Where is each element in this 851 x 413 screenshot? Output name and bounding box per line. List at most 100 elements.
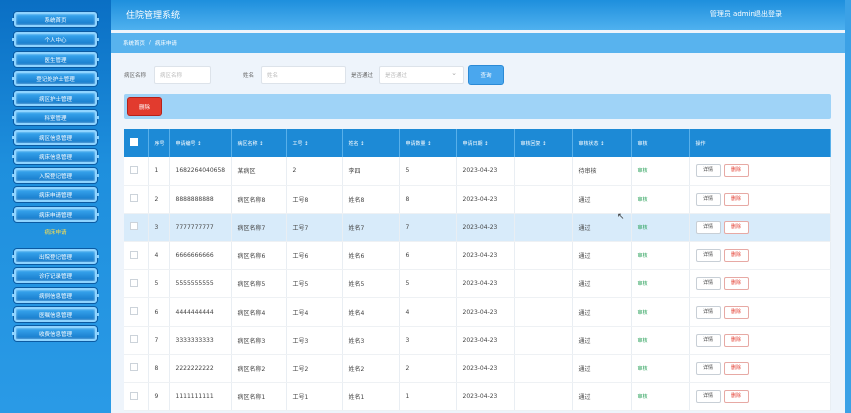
audit-link[interactable]: 审核	[638, 366, 648, 372]
sidebar-item-bed-application-admin-2[interactable]: 病床申请管理	[12, 207, 99, 222]
right-edge-strip	[845, 0, 851, 413]
row-delete-button[interactable]: 删除	[723, 277, 749, 291]
sidebar-item-bed-application-admin[interactable]: 病床申请管理	[12, 187, 99, 202]
cell-job: 工号6	[286, 241, 343, 271]
detail-button[interactable]: 详情	[695, 305, 721, 319]
col-name[interactable]: 姓名 ↕	[342, 129, 400, 157]
row-checkbox[interactable]	[130, 307, 138, 316]
cell-code: 2222222222	[169, 354, 232, 384]
col-reply[interactable]: 审核回复 ↕	[514, 129, 573, 157]
sidebar-item-ward-nurses[interactable]: 病区护士管理	[12, 91, 99, 106]
row-checkbox[interactable]	[130, 335, 138, 344]
table-row: 6 4444444444 病区名称4 工号4 姓名4 4 2023-04-23 通过 审核 详情删…	[124, 297, 831, 327]
sidebar-item-registration-nurses[interactable]: 登记处护士管理	[12, 71, 99, 86]
row-checkbox[interactable]	[130, 278, 138, 287]
detail-button[interactable]: 详情	[695, 164, 721, 178]
row-checkbox[interactable]	[130, 363, 138, 372]
sidebar-item-wards[interactable]: 病区信息管理	[12, 130, 99, 145]
col-status[interactable]: 审核状态 ↕	[572, 129, 632, 157]
detail-button[interactable]: 详情	[695, 390, 721, 404]
cell-ward: 病区名称8	[231, 185, 287, 214]
cell-qty: 5	[399, 157, 457, 186]
approved-filter-select[interactable]: 是否通过	[379, 66, 464, 84]
row-delete-button[interactable]: 删除	[723, 361, 749, 375]
detail-button[interactable]: 详情	[695, 361, 721, 375]
audit-link[interactable]: 审核	[638, 394, 648, 400]
cell-date: 2023-04-23	[456, 185, 515, 214]
col-ward[interactable]: 病区名称 ↕	[231, 129, 287, 157]
detail-button[interactable]: 详情	[695, 192, 721, 206]
ward-filter-label: 病区名称	[124, 73, 147, 79]
cell-code: 1111111111	[169, 382, 232, 412]
table-row: 7 3333333333 病区名称3 工号3 姓名3 3 2023-04-23 通过 审核 详情删…	[124, 326, 831, 355]
col-job[interactable]: 工号 ↕	[286, 129, 343, 157]
logout-link[interactable]: 退出登录	[754, 9, 782, 19]
cell-date: 2023-04-23	[456, 213, 515, 243]
mouse-cursor-icon: ↖	[617, 212, 625, 222]
cell-status: 通过	[572, 269, 632, 299]
cell-idx: 8	[148, 354, 170, 384]
cell-code: 3333333333	[169, 326, 232, 355]
cell-code: 5555555555	[169, 269, 232, 299]
audit-link[interactable]: 审核	[638, 197, 648, 203]
row-checkbox[interactable]	[130, 194, 138, 203]
row-delete-button[interactable]: 删除	[723, 220, 749, 234]
audit-link[interactable]: 审核	[638, 338, 648, 344]
detail-button[interactable]: 详情	[695, 249, 721, 263]
row-delete-button[interactable]: 删除	[723, 390, 749, 404]
search-button[interactable]: 查询	[469, 66, 503, 84]
name-filter-input[interactable]: 姓名	[261, 66, 346, 84]
row-delete-button[interactable]: 删除	[723, 333, 749, 347]
cell-ward: 病区名称3	[231, 326, 287, 355]
sidebar-item-billing[interactable]: 收费信息管理	[12, 326, 99, 341]
table-row: 9 1111111111 病区名称1 工号1 姓名1 1 2023-04-23 通过 审核 详情删…	[124, 382, 831, 412]
sidebar-item-beds[interactable]: 病床信息管理	[12, 149, 99, 164]
cell-reply	[514, 354, 573, 384]
detail-button[interactable]: 详情	[695, 220, 721, 234]
select-all-checkbox[interactable]	[130, 138, 138, 146]
row-delete-button[interactable]: 删除	[723, 192, 749, 206]
sidebar-item-bed-application[interactable]: 病床申请	[14, 227, 97, 237]
row-delete-button[interactable]: 删除	[723, 305, 749, 319]
table-row: 3 7777777777 病区名称7 工号7 姓名7 7 2023-04-23 通过 审核 详情删…	[124, 213, 831, 243]
breadcrumb-separator: /	[149, 40, 151, 46]
cell-ward: 某病区	[231, 157, 287, 186]
row-checkbox[interactable]	[130, 391, 138, 400]
col-qty[interactable]: 申请数量 ↕	[399, 129, 457, 157]
sidebar-item-doctors[interactable]: 医生管理	[12, 52, 99, 67]
cell-ward: 病区名称2	[231, 354, 287, 384]
audit-link[interactable]: 审核	[638, 168, 648, 174]
row-checkbox[interactable]	[130, 250, 138, 259]
cell-code: 6666666666	[169, 241, 232, 271]
sidebar-item-departments[interactable]: 科室管理	[12, 110, 99, 125]
ward-filter-input[interactable]: 病区名称	[154, 66, 211, 84]
sidebar-item-admission[interactable]: 入院登记管理	[12, 168, 99, 183]
cell-reply	[514, 326, 573, 355]
row-checkbox[interactable]	[130, 222, 138, 231]
row-checkbox[interactable]	[130, 165, 138, 174]
detail-button[interactable]: 详情	[695, 333, 721, 347]
cell-job: 2	[286, 157, 343, 186]
audit-link[interactable]: 审核	[638, 310, 648, 316]
cell-job: 工号1	[286, 382, 343, 412]
audit-link[interactable]: 审核	[638, 253, 648, 259]
batch-delete-button[interactable]: 删除	[128, 98, 161, 115]
audit-link[interactable]: 审核	[638, 225, 648, 231]
breadcrumb-home[interactable]: 系统首页	[123, 39, 145, 47]
col-code[interactable]: 申请编号 ↕	[169, 129, 232, 157]
cell-reply	[514, 213, 573, 243]
table-header-row: 序号 申请编号 ↕ 病区名称 ↕ 工号 ↕ 姓名 ↕ 申请数量 ↕ 申请日期 ↕…	[124, 129, 831, 157]
sidebar-item-orders[interactable]: 医嘱信息管理	[12, 307, 99, 322]
sidebar-item-discharge[interactable]: 出院登记管理	[12, 249, 99, 264]
sidebar-item-profile[interactable]: 个人中心	[12, 32, 99, 47]
detail-button[interactable]: 详情	[695, 277, 721, 291]
audit-link[interactable]: 审核	[638, 281, 648, 287]
sidebar-item-treatment-records[interactable]: 诊疗记录管理	[12, 268, 99, 283]
col-date[interactable]: 申请日期 ↕	[456, 129, 515, 157]
sidebar-item-home[interactable]: 系统首页	[12, 12, 99, 27]
row-delete-button[interactable]: 删除	[723, 164, 749, 178]
cell-reply	[514, 382, 573, 412]
cell-ward: 病区名称1	[231, 382, 287, 412]
row-delete-button[interactable]: 删除	[723, 249, 749, 263]
sidebar-item-case-info[interactable]: 病例信息管理	[12, 288, 99, 303]
